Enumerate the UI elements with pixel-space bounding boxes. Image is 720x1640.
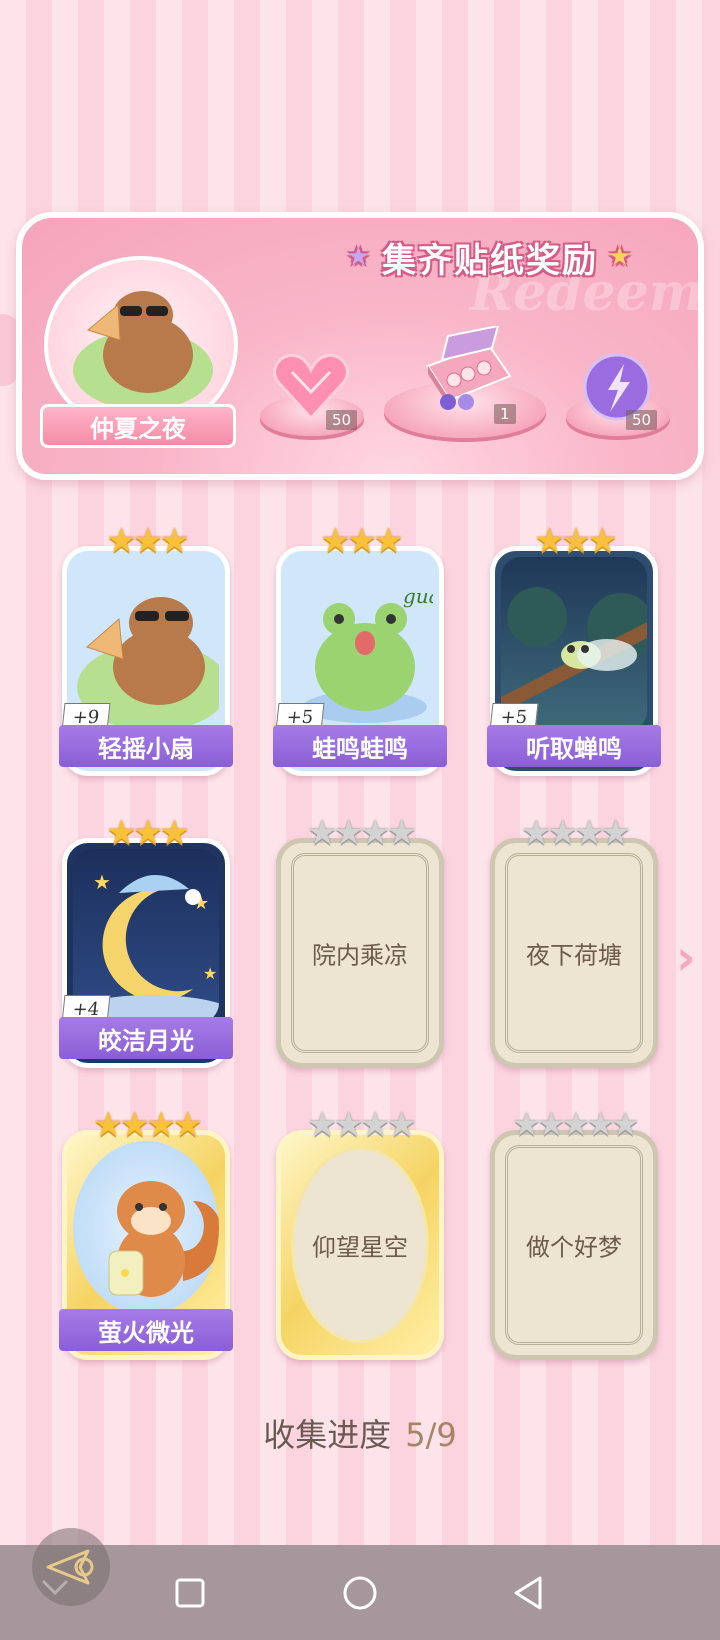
star-rating: ★★★★ (307, 1105, 417, 1145)
card-name: 蛙鸣蛙鸣 (273, 725, 447, 767)
gift-box-icon[interactable] (418, 326, 514, 412)
card-art (73, 1141, 219, 1315)
locked-sticker-card[interactable]: ★★★★ 院内乘凉 (276, 813, 444, 1068)
star-rating: ★★★★ (307, 813, 417, 853)
sticker-card[interactable]: ★★★ ★ ★ ★ +4 皎洁月光 (59, 813, 233, 1068)
card-name: 院内乘凉 (312, 941, 408, 970)
next-page-arrow-icon[interactable]: › (676, 930, 696, 986)
card-name: 夜下荷塘 (526, 941, 622, 970)
star-rating: ★★★ (320, 521, 403, 561)
card-name: 做个好梦 (526, 1233, 622, 1262)
reward-count: 1 (494, 404, 516, 424)
star-rating: ★★★★ (521, 813, 631, 853)
progress-label: 收集进度 (263, 1416, 392, 1454)
yellow-star-icon: ★ (608, 242, 634, 272)
star-rating: ★★★★ (93, 1105, 203, 1145)
squirrel-icon (108, 1181, 219, 1297)
locked-sticker-card[interactable]: ★★★★★ 做个好梦 (490, 1105, 658, 1360)
svg-text:★: ★ (203, 964, 217, 983)
card-name: 轻摇小扇 (59, 725, 233, 767)
banner-title: ★ 集齐贴纸奖励 ★ (340, 228, 640, 286)
progress-value: 5/9 (405, 1416, 457, 1454)
card-name: 萤火微光 (59, 1309, 233, 1351)
card-name: 听取蝉鸣 (487, 725, 661, 767)
sticker-card[interactable]: ★★★ +9 轻摇小扇 (59, 521, 233, 776)
season-label: 仲夏之夜 (40, 404, 236, 448)
star-rating: ★★★★★ (512, 1105, 639, 1143)
sticker-card[interactable]: ★★★★ 萤火微光 (59, 1105, 233, 1360)
reward-count: 50 (326, 410, 358, 430)
purple-star-icon: ★ (346, 242, 372, 272)
star-rating: ★★★ (106, 813, 189, 853)
home-icon[interactable] (342, 1575, 378, 1611)
floating-assist-button[interactable] (32, 1528, 110, 1606)
card-name: 仰望星空 (312, 1233, 408, 1262)
frog-sound-text: gua (403, 584, 433, 608)
star-rating: ★★★ (106, 521, 189, 561)
star-rating: ★★★ (534, 521, 617, 561)
banner-title-text: 集齐贴纸奖励 (382, 240, 598, 281)
sticker-card[interactable]: ★★★ gua +5 蛙鸣蛙鸣 (273, 521, 447, 776)
reward-count: 50 (626, 410, 658, 430)
svg-text:★: ★ (93, 870, 111, 894)
floating-back-icon (46, 1549, 94, 1585)
recent-apps-icon[interactable] (174, 1577, 206, 1609)
sticker-card[interactable]: ★★★ +5 听取蝉鸣 (487, 521, 661, 776)
collection-progress: 收集进度 5/9 (0, 1410, 720, 1456)
locked-sticker-card[interactable]: ★★★★ 仰望星空 (276, 1105, 444, 1360)
back-icon[interactable] (512, 1575, 544, 1611)
locked-sticker-card[interactable]: ★★★★ 夜下荷塘 (490, 813, 658, 1068)
card-name: 皎洁月光 (59, 1017, 233, 1059)
